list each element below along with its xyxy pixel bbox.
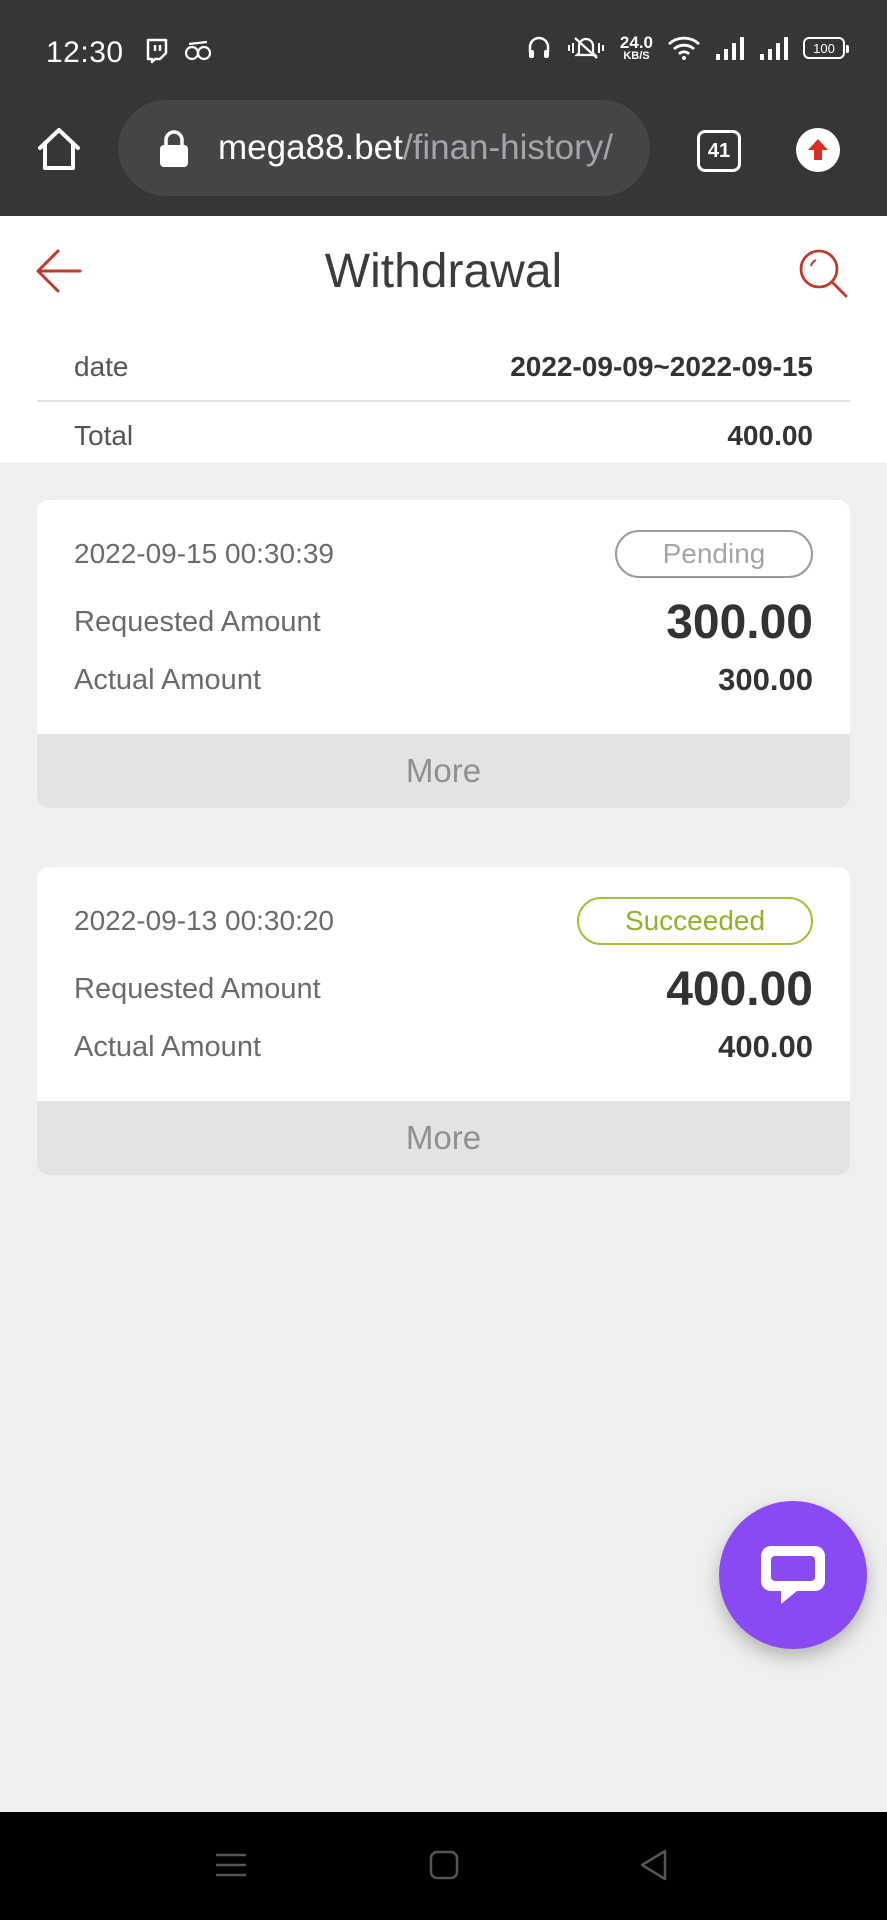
system-navigation-bar <box>0 1812 887 1920</box>
status-badge: Succeeded <box>577 897 813 945</box>
date-range-value: 2022-09-09~2022-09-15 <box>510 351 813 382</box>
status-bar: 12:30 24.0 KB/S 100 <box>0 0 887 100</box>
url-text: mega88.bet/finan-history/ <box>218 128 613 168</box>
vibrate-mute-icon <box>567 37 604 59</box>
total-row: Total 400.00 <box>37 402 850 470</box>
record-timestamp: 2022-09-15 00:30:39 <box>74 538 334 569</box>
date-range-row[interactable]: date 2022-09-09~2022-09-15 <box>37 334 850 402</box>
signal-icon-2 <box>760 37 788 60</box>
status-notification-icons <box>145 38 213 64</box>
battery-indicator: 100 <box>803 37 849 59</box>
actual-amount-line: Actual Amount 400.00 <box>74 1029 813 1065</box>
address-bar[interactable]: mega88.bet/finan-history/ <box>118 100 650 196</box>
requested-amount-line: Requested Amount 400.00 <box>74 962 813 1017</box>
update-button[interactable] <box>796 128 840 172</box>
tab-switcher-button[interactable]: 41 <box>697 130 741 172</box>
network-speed-value: 24.0 <box>619 33 653 52</box>
nav-home-icon[interactable] <box>429 1850 459 1880</box>
status-badge: Pending <box>615 530 813 578</box>
game-icon <box>184 40 212 61</box>
arrow-up-icon <box>808 139 828 160</box>
record-timestamp: 2022-09-13 00:30:20 <box>74 905 334 936</box>
requested-amount-line: Requested Amount 300.00 <box>74 595 813 650</box>
date-label: date <box>74 351 129 382</box>
lock-icon <box>160 130 188 167</box>
chat-bubble-icon <box>761 1546 825 1604</box>
more-button[interactable]: More <box>37 1101 850 1175</box>
requested-amount-label: Requested Amount <box>74 973 321 1005</box>
actual-amount-label: Actual Amount <box>74 663 261 696</box>
live-chat-button[interactable] <box>719 1501 867 1649</box>
total-value: 400.00 <box>727 420 813 451</box>
home-icon[interactable] <box>34 124 84 174</box>
signal-icon-1 <box>716 37 744 60</box>
headset-icon <box>528 36 550 58</box>
network-speed: 24.0 KB/S <box>620 34 653 62</box>
search-icon[interactable] <box>796 246 850 300</box>
withdrawal-record-card: 2022-09-15 00:30:39 Pending Requested Am… <box>37 500 850 808</box>
total-label: Total <box>74 420 134 451</box>
twitch-icon <box>146 38 168 64</box>
wifi-icon <box>668 36 700 60</box>
status-time: 12:30 <box>46 36 124 69</box>
requested-amount-label: Requested Amount <box>74 606 321 638</box>
more-button[interactable]: More <box>37 734 850 808</box>
nav-back-icon[interactable] <box>638 1848 668 1882</box>
browser-toolbar: mega88.bet/finan-history/ 41 <box>0 100 887 216</box>
record-header-line: 2022-09-15 00:30:39 Pending <box>74 530 813 578</box>
withdrawal-record-card: 2022-09-13 00:30:20 Succeeded Requested … <box>37 867 850 1175</box>
actual-amount-line: Actual Amount 300.00 <box>74 662 813 698</box>
url-host: mega88.bet <box>218 128 403 167</box>
requested-amount-value: 300.00 <box>666 596 813 649</box>
record-header-line: 2022-09-13 00:30:20 Succeeded <box>74 897 813 945</box>
actual-amount-value: 400.00 <box>718 1029 813 1064</box>
actual-amount-value: 300.00 <box>718 662 813 697</box>
actual-amount-label: Actual Amount <box>74 1030 261 1063</box>
menu-icon[interactable] <box>216 1852 246 1878</box>
withdrawal-header: Withdrawal date 2022-09-09~2022-09-15 To… <box>0 216 887 462</box>
status-system-icons: 24.0 KB/S 100 <box>526 34 849 62</box>
requested-amount-value: 400.00 <box>666 963 813 1016</box>
network-speed-unit: KB/S <box>623 50 650 62</box>
url-path: /finan-history/ <box>402 128 613 167</box>
page-title: Withdrawal <box>324 245 563 298</box>
